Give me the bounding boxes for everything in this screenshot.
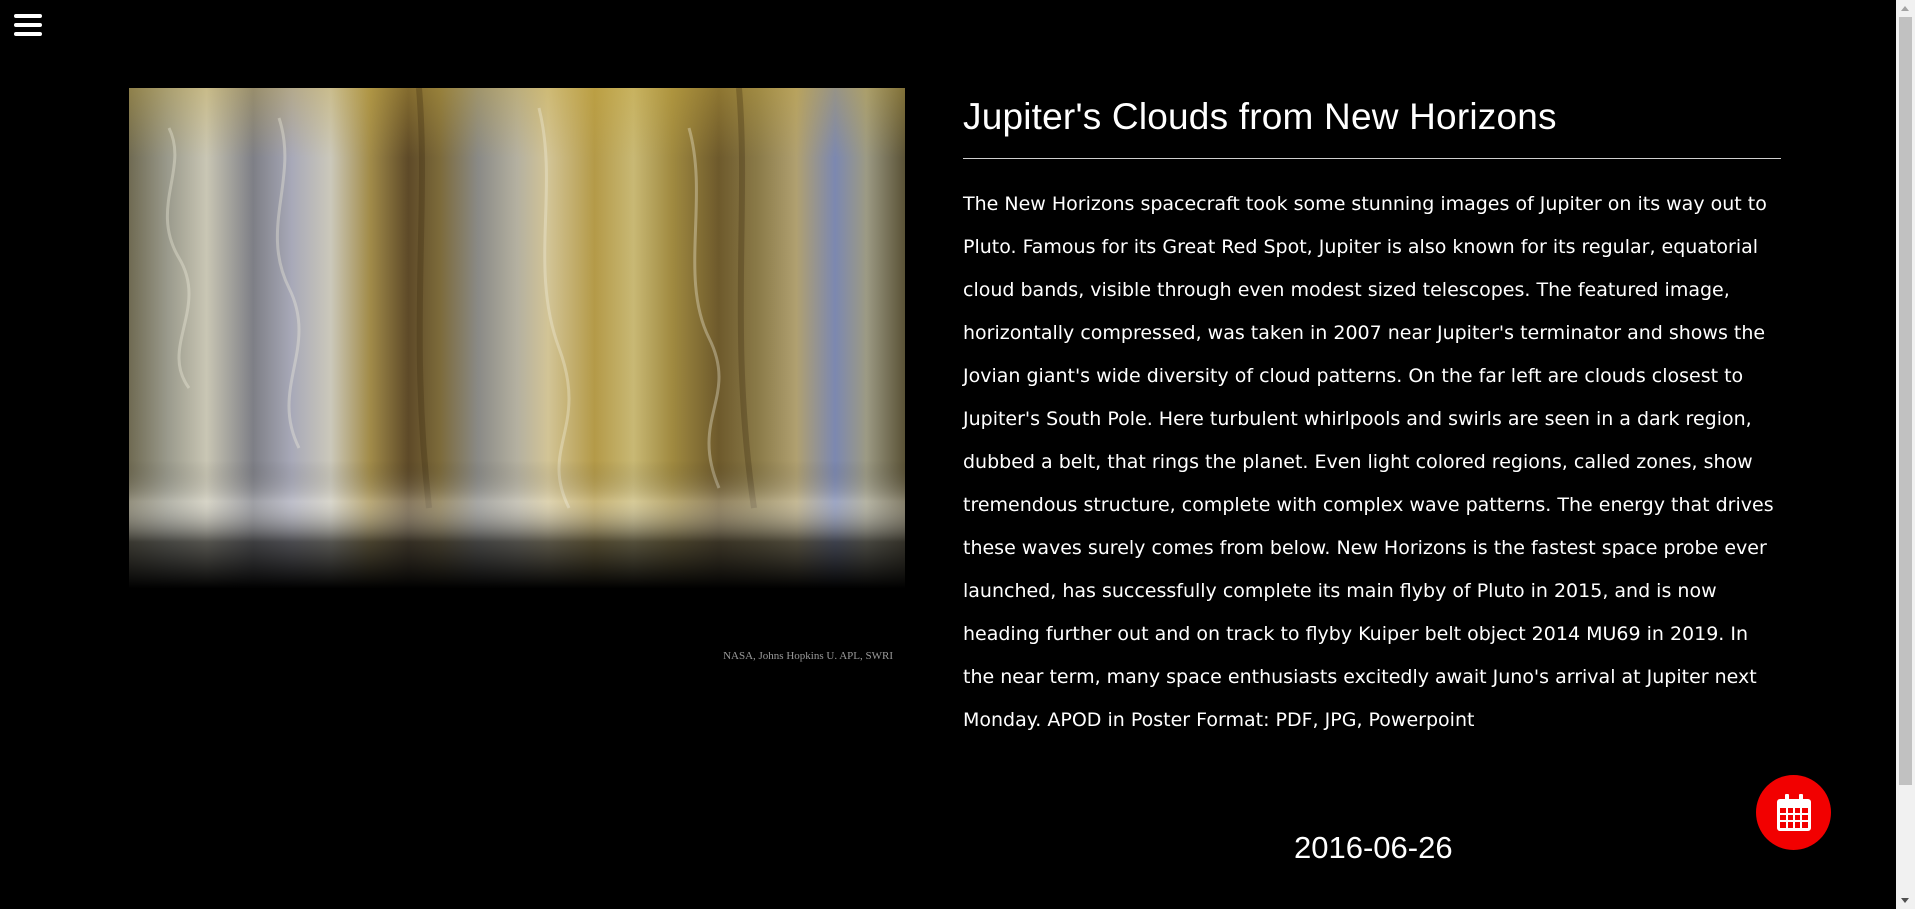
hamburger-menu-icon[interactable]: [14, 14, 42, 40]
vertical-scrollbar[interactable]: [1896, 0, 1915, 909]
scrollbar-thumb[interactable]: [1899, 17, 1912, 785]
poster-link-powerpoint[interactable]: Powerpoint: [1369, 709, 1475, 731]
link-separator: ,: [1356, 709, 1369, 731]
apod-date: 2016-06-26: [1294, 830, 1453, 865]
explanation-body: The New Horizons spacecraft took some st…: [963, 193, 1774, 731]
poster-link-jpg[interactable]: JPG: [1325, 709, 1357, 731]
calendar-icon: [1776, 793, 1811, 831]
image-credit: NASA, Johns Hopkins U. APL, SWRI: [723, 650, 893, 662]
page-title: Jupiter's Clouds from New Horizons: [963, 96, 1781, 159]
article: Jupiter's Clouds from New Horizons The N…: [963, 96, 1781, 742]
poster-link-pdf[interactable]: PDF: [1276, 709, 1313, 731]
apod-page: NASA, Johns Hopkins U. APL, SWRI Jupiter…: [0, 0, 1915, 909]
apod-image: NASA, Johns Hopkins U. APL, SWRI: [129, 88, 905, 670]
link-separator: ,: [1312, 709, 1325, 731]
explanation-text: The New Horizons spacecraft took some st…: [963, 183, 1781, 742]
scroll-up-arrow-icon[interactable]: [1901, 6, 1909, 11]
scroll-down-arrow-icon[interactable]: [1901, 898, 1909, 903]
calendar-button[interactable]: [1756, 775, 1831, 850]
